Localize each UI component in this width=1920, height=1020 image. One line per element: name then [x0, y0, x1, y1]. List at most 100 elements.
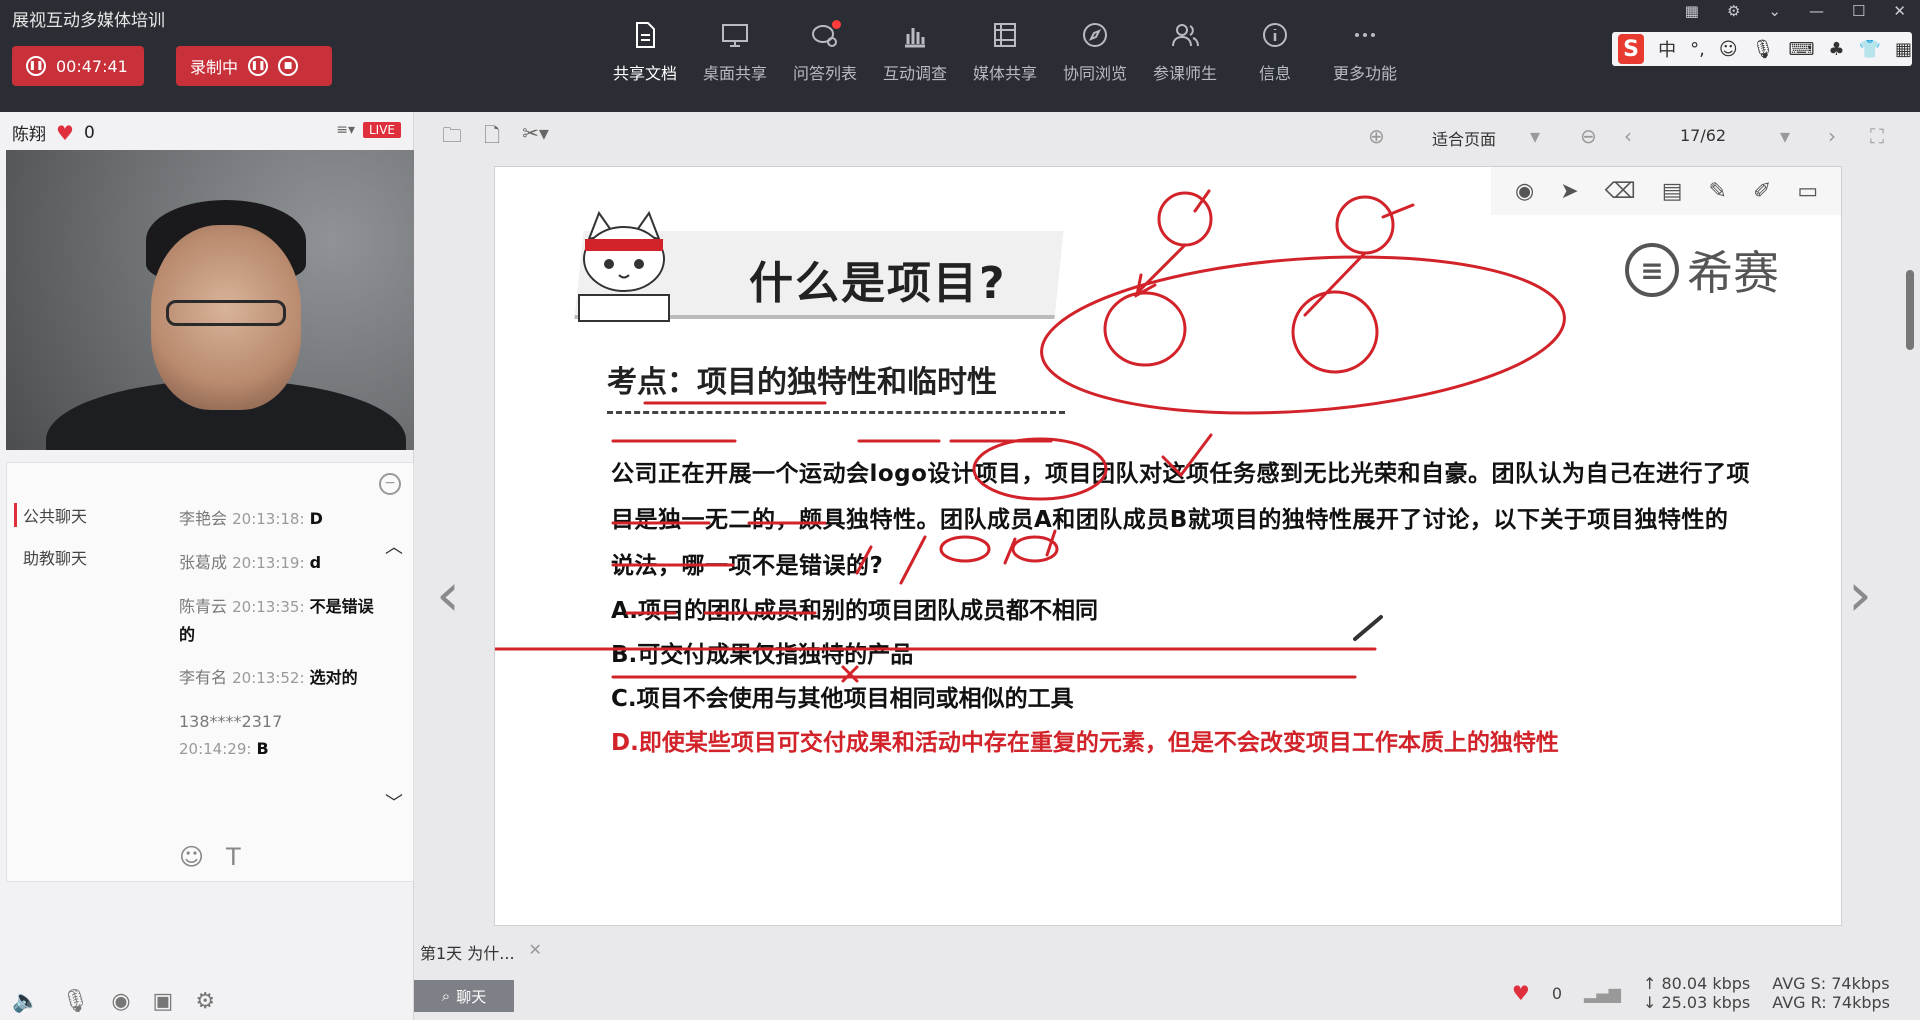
tool-desktop-share[interactable]: 桌面共享 [690, 20, 780, 84]
speaker-icon[interactable]: 🔈 [12, 989, 39, 1014]
chevron-up-icon[interactable]: ︿ [385, 533, 403, 559]
tool-cobrowse[interactable]: 协同浏览 [1050, 20, 1140, 84]
record-dot-icon[interactable]: ◉ [1515, 179, 1534, 204]
info-icon [1263, 23, 1287, 47]
stop-record-icon[interactable]: ■ [278, 56, 299, 76]
tool-media-share[interactable]: 媒体共享 [960, 20, 1050, 84]
bar-chart-icon [905, 28, 925, 48]
tool-more[interactable]: 更多功能 [1320, 20, 1410, 84]
tool-label: 媒体共享 [972, 64, 1037, 83]
message-text: D [309, 509, 323, 528]
chat-button[interactable]: ⌕ 聊天 [414, 980, 514, 1012]
pause-record-icon[interactable]: ❚❚ [248, 56, 269, 76]
chat-tools: ☺ T [179, 843, 241, 871]
option-b: B.可交付成果仅指独特的产品 [611, 642, 914, 668]
chevron-down-icon[interactable]: ▾ [1530, 124, 1540, 148]
film-icon [994, 23, 1016, 47]
document-tab-label: 第1天 为什... [420, 944, 515, 963]
folder-icon[interactable]: 🗀 [442, 121, 462, 155]
heart-icon[interactable]: ♥ [1512, 981, 1530, 1005]
pause-timer-button[interactable]: ❚❚ 00:47:41 [12, 46, 144, 86]
tool-participants[interactable]: 参课师生 [1140, 20, 1230, 84]
minimize-icon[interactable]: — [1809, 2, 1824, 20]
chat-tabs: 公共聊天 助教聊天 [14, 503, 87, 587]
next-page-icon[interactable]: › [1828, 124, 1836, 148]
menu-icon[interactable]: ≡▾ [336, 122, 355, 138]
network-stats: ♥ 0 ▂▄▆ ↑ 80.04 kbps ↓ 25.03 kbps AVG S:… [1511, 974, 1890, 1012]
message-user: 李艳会 [179, 509, 228, 528]
tab-public-chat[interactable]: 公共聊天 [14, 503, 87, 527]
pointer-icon[interactable]: ➤ [1560, 179, 1578, 204]
close-icon[interactable]: ✕ [1893, 2, 1906, 20]
grid-icon[interactable]: ▦ [1895, 39, 1912, 60]
camera-icon[interactable]: ◉ [111, 989, 130, 1014]
next-slide-icon[interactable]: › [1848, 560, 1872, 630]
fit-page-select[interactable]: 适合页面 [1432, 126, 1496, 150]
prev-page-icon[interactable]: ‹ [1624, 124, 1632, 148]
collapse-chat-icon[interactable]: − [379, 473, 401, 495]
message-user: 李有名 [179, 668, 228, 687]
microphone-icon[interactable]: 🎙 [61, 989, 89, 1014]
left-panel: 陈翔 ♥ 0 ≡▾ LIVE − 公共聊天 助教聊天 ︿ ﹀ 李艳会 20:13… [0, 112, 414, 1020]
slide-canvas[interactable]: ◉ ➤ ⌫ ▤ ✎ ✐ ▭ T 什么是项目? ≡ 希赛 考点：项目的独特性和临时… [494, 166, 1842, 926]
fullscreen-icon[interactable]: ⛶ [1870, 124, 1884, 148]
close-tab-icon[interactable]: ✕ [529, 940, 542, 964]
heart-icon[interactable]: ♥ [56, 121, 74, 145]
chat-messages: 李艳会 20:13:18: D 张葛成 20:13:19: d 陈青云 20:1… [179, 505, 379, 779]
page-indicator[interactable]: 17/62 [1680, 126, 1726, 145]
likes-count: 0 [1551, 983, 1563, 1003]
emoji-icon[interactable]: ☺ [179, 843, 204, 871]
chat-message: 138****2317 20:14:29: B [179, 708, 379, 763]
avg-receive: AVG R: 74kbps [1772, 993, 1890, 1012]
recording-button[interactable]: 录制中 ❚❚ ■ [176, 46, 332, 86]
file-icon[interactable]: 🗋 [484, 121, 500, 155]
key-point-heading: 考点：项目的独特性和临时性 [607, 365, 997, 400]
tab-assistant-chat[interactable]: 助教聊天 [23, 545, 87, 569]
signal-icon: ▂▄▆ [1584, 983, 1621, 1003]
chevron-down-icon[interactable]: ﹀ [385, 789, 403, 815]
layout-icon[interactable]: ▦ [1685, 2, 1699, 20]
message-user: 138****2317 [179, 712, 283, 731]
app-title: 展视互动多媒体培训 [12, 11, 165, 31]
vertical-scrollbar[interactable] [1906, 270, 1914, 350]
scissors-icon[interactable]: ✂▾ [522, 121, 549, 155]
previous-slide-icon[interactable]: ‹ [436, 560, 460, 630]
monitor-icon [722, 24, 748, 47]
rectangle-icon[interactable]: ▭ [1797, 179, 1818, 204]
message-user: 陈青云 [179, 597, 228, 616]
text-format-icon[interactable]: T [226, 843, 241, 871]
skin-icon[interactable]: ♣ [1828, 39, 1844, 60]
tool-share-doc[interactable]: 共享文档 [600, 20, 690, 84]
avg-send: AVG S: 74kbps [1772, 974, 1890, 993]
zoom-out-icon[interactable]: ⊖ [1580, 124, 1597, 148]
chevron-down-icon[interactable]: ▾ [1780, 124, 1790, 148]
message-text: 选对的 [309, 668, 358, 687]
mic-icon[interactable]: 🎙 [1752, 39, 1775, 60]
gear-icon[interactable]: ⚙ [195, 989, 215, 1014]
settings-icon[interactable]: ⚙ [1727, 2, 1740, 20]
highlighter-icon[interactable]: ✐ [1753, 179, 1771, 204]
clear-icon[interactable]: ▤ [1662, 179, 1683, 204]
pause-icon: ❚❚ [26, 56, 46, 76]
shirt-icon[interactable]: 👕 [1859, 39, 1881, 60]
recording-label: 录制中 [190, 58, 239, 77]
maximize-icon[interactable]: ☐ [1852, 2, 1865, 20]
search-icon: ⌕ [441, 987, 451, 1005]
collapse-icon[interactable]: ⌄ [1768, 2, 1781, 20]
pen-icon[interactable]: ✎ [1709, 179, 1727, 204]
top-bar: 展视互动多媒体培训 ❚❚ 00:47:41 录制中 ❚❚ ■ 共享文档 桌面共享… [0, 0, 1920, 112]
zoom-in-icon[interactable]: ⊕ [1368, 124, 1385, 148]
emoji-icon[interactable]: ☺ [1719, 39, 1738, 60]
keyboard-icon[interactable]: ⌨ [1788, 39, 1814, 60]
tool-info[interactable]: 信息 [1230, 20, 1320, 84]
punctuation-icon[interactable]: °, [1690, 39, 1705, 60]
message-time: 20:13:19: [232, 554, 305, 572]
live-indicator: ≡▾ LIVE [336, 122, 401, 138]
main-toolbar: 共享文档 桌面共享 问答列表 互动调查 媒体共享 协同浏览 参课师生 信息 更多… [600, 20, 1410, 84]
ime-lang[interactable]: 中 [1658, 36, 1676, 62]
tool-survey[interactable]: 互动调查 [870, 20, 960, 84]
screen-icon[interactable]: ▣ [153, 989, 174, 1014]
document-tab[interactable]: 第1天 为什... ✕ [420, 940, 542, 964]
eraser-icon[interactable]: ⌫ [1605, 179, 1636, 204]
tool-qa-list[interactable]: 问答列表 [780, 20, 870, 84]
